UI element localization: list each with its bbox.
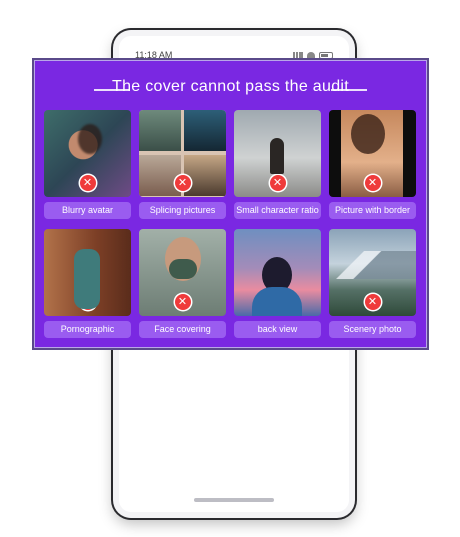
example-card-blurry-avatar: ✕ Blurry avatar bbox=[44, 110, 131, 219]
example-label: back view bbox=[234, 321, 321, 338]
home-indicator[interactable] bbox=[194, 498, 274, 502]
example-label: Splicing pictures bbox=[139, 202, 226, 219]
example-image-pornographic: ✕ bbox=[44, 229, 131, 316]
example-card-face-covering: ✕ Face covering bbox=[139, 229, 226, 338]
example-image-picture-with-border: ✕ bbox=[329, 110, 416, 197]
reject-icon: ✕ bbox=[269, 294, 286, 310]
example-label: Blurry avatar bbox=[44, 202, 131, 219]
example-image-back-view: ✕ bbox=[234, 229, 321, 316]
reject-icon: ✕ bbox=[79, 294, 96, 310]
example-card-picture-with-border: ✕ Picture with border bbox=[329, 110, 416, 219]
example-label: Small character ratio bbox=[234, 202, 321, 219]
example-image-splicing-pictures: ✕ bbox=[139, 110, 226, 197]
example-card-back-view: ✕ back view bbox=[234, 229, 321, 338]
example-card-scenery-photo: ✕ Scenery photo bbox=[329, 229, 416, 338]
example-image-small-character-ratio: ✕ bbox=[234, 110, 321, 197]
reject-icon: ✕ bbox=[174, 175, 191, 191]
example-image-face-covering: ✕ bbox=[139, 229, 226, 316]
example-image-scenery-photo: ✕ bbox=[329, 229, 416, 316]
title-decor-line-right bbox=[331, 89, 367, 91]
example-label: Picture with border bbox=[329, 202, 416, 219]
example-grid: ✕ Blurry avatar ✕ Splicing pictures ✕ Sm… bbox=[44, 110, 417, 338]
audit-panel: The cover cannot pass the audit ✕ Blurry… bbox=[32, 58, 429, 350]
reject-icon: ✕ bbox=[364, 294, 381, 310]
reject-icon: ✕ bbox=[364, 175, 381, 191]
example-card-small-character-ratio: ✕ Small character ratio bbox=[234, 110, 321, 219]
example-label: Scenery photo bbox=[329, 321, 416, 338]
example-label: Pornographic bbox=[44, 321, 131, 338]
reject-icon: ✕ bbox=[174, 294, 191, 310]
example-image-blurry-avatar: ✕ bbox=[44, 110, 131, 197]
reject-icon: ✕ bbox=[269, 175, 286, 191]
example-label: Face covering bbox=[139, 321, 226, 338]
panel-title: The cover cannot pass the audit bbox=[112, 78, 349, 95]
reject-icon: ✕ bbox=[79, 175, 96, 191]
example-card-splicing-pictures: ✕ Splicing pictures bbox=[139, 110, 226, 219]
example-card-pornographic: ✕ Pornographic bbox=[44, 229, 131, 338]
